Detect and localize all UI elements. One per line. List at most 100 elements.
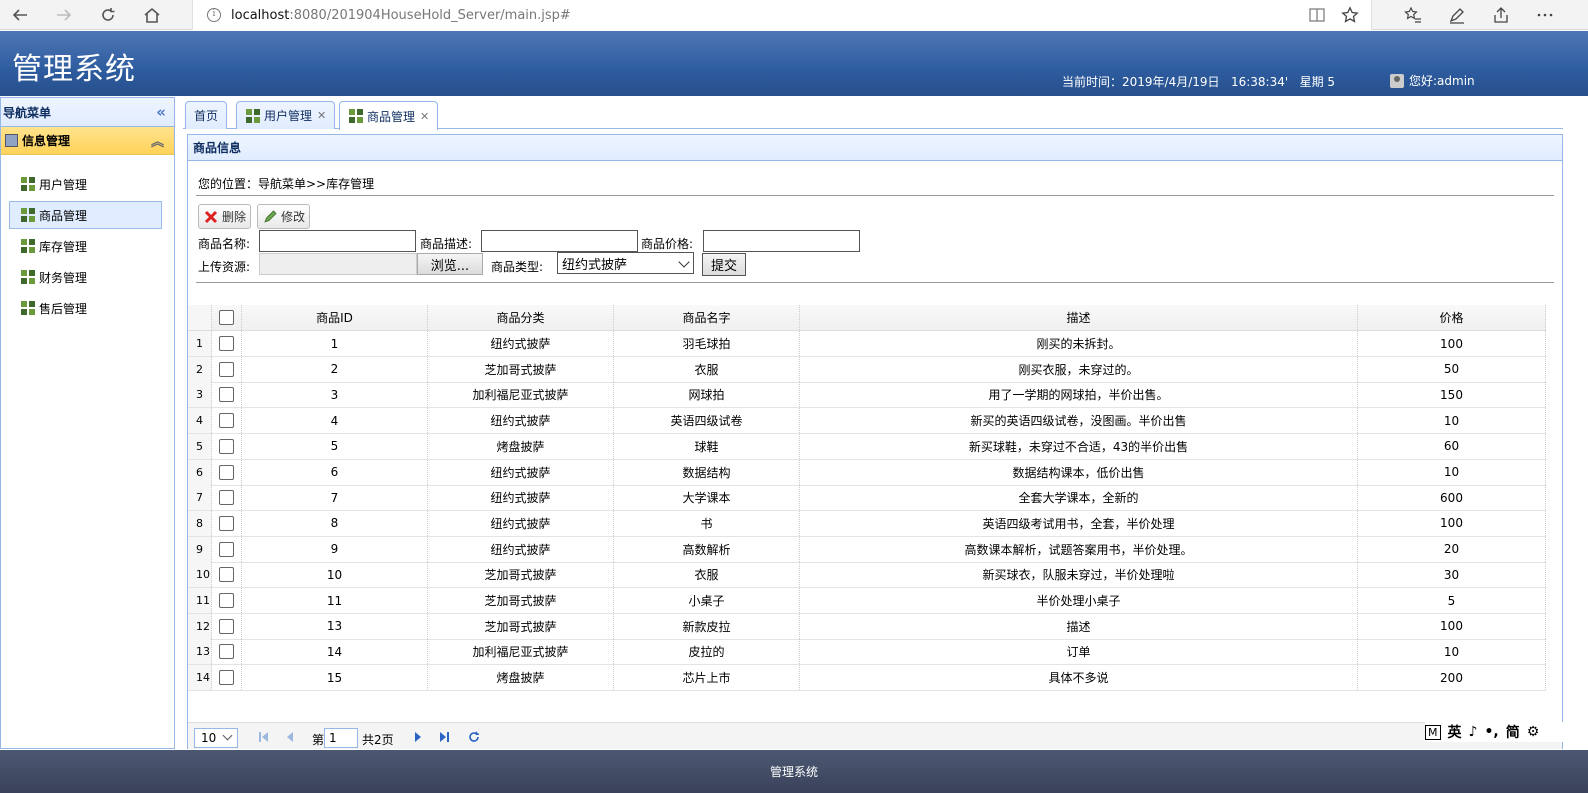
nav-panel: 导航菜单 « 信息管理 ︽ 用户管理 商品管理 库存管理 财务管理 售后管理: [0, 97, 175, 749]
row-number: 1: [188, 331, 212, 356]
page-size-value: 10: [201, 731, 217, 745]
next-page-icon[interactable]: [412, 731, 424, 743]
puzzle-icon: [246, 108, 260, 123]
tab-users[interactable]: 用户管理 ✕: [236, 101, 336, 129]
favorite-star-icon[interactable]: [1330, 0, 1370, 30]
row-checkbox[interactable]: [219, 336, 234, 351]
table-row[interactable]: 2 2 芝加哥式披萨 衣服 刚买衣服，未穿过的。 50: [188, 356, 1546, 383]
last-page-icon[interactable]: [438, 731, 450, 743]
back-icon[interactable]: [0, 0, 40, 30]
table-row[interactable]: 14 15 烤盘披萨 芯片上市 具体不多说 200: [188, 665, 1546, 692]
nav-item-finance[interactable]: 财务管理: [9, 263, 162, 291]
cell-price: 5: [1358, 588, 1546, 613]
table-row[interactable]: 12 13 芝加哥式披萨 新款皮拉 描述 100: [188, 613, 1546, 640]
delete-button[interactable]: 删除: [198, 204, 252, 229]
share-icon[interactable]: [1481, 0, 1521, 30]
table-row[interactable]: 10 10 芝加哥式披萨 衣服 新买球衣，队服未穿过，半价处理啦 30: [188, 562, 1546, 589]
puzzle-icon: [21, 239, 35, 253]
breadcrumb: 您的位置：导航菜单>>库存管理: [198, 177, 375, 191]
table-row[interactable]: 1 1 纽约式披萨 羽毛球拍 刚买的未拆封。 100: [188, 331, 1546, 357]
row-checkbox[interactable]: [219, 541, 234, 557]
desc-input[interactable]: [481, 230, 638, 252]
col-id[interactable]: 商品ID: [242, 305, 428, 330]
nav-item-products[interactable]: 商品管理: [9, 201, 162, 229]
tab-home[interactable]: 首页: [185, 101, 228, 129]
row-select-cell: [212, 665, 242, 691]
browse-button[interactable]: 浏览...: [417, 253, 483, 275]
cell-price: 50: [1358, 356, 1546, 382]
row-checkbox[interactable]: [219, 515, 234, 531]
collapse-left-icon[interactable]: «: [156, 103, 166, 121]
row-checkbox[interactable]: [219, 670, 234, 686]
cell-price: 100: [1358, 331, 1546, 356]
cell-desc: 刚买的未拆封。: [800, 331, 1358, 356]
forward-icon[interactable]: [44, 0, 84, 30]
cell-category: 芝加哥式披萨: [428, 356, 614, 382]
nav-item-label: 商品管理: [39, 208, 88, 223]
favorites-list-icon[interactable]: [1393, 0, 1433, 30]
row-checkbox[interactable]: [219, 567, 234, 583]
prev-page-icon[interactable]: [284, 731, 296, 743]
table-row[interactable]: 8 8 纽约式披萨书英语四级考试用书，全套，半价处理 100: [188, 510, 1546, 537]
type-selected-value: 纽约式披萨: [562, 257, 628, 273]
refresh-icon[interactable]: [88, 0, 128, 30]
nav-item-inventory[interactable]: 库存管理: [9, 232, 162, 260]
close-icon[interactable]: ✕: [420, 110, 429, 123]
cell-desc: 描述: [800, 613, 1358, 639]
address-bar[interactable]: i localhost :8080/201904HouseHold_Server…: [192, 0, 1372, 30]
row-checkbox[interactable]: [219, 618, 234, 634]
nav-group-info[interactable]: 信息管理 ︽: [1, 127, 174, 155]
edit-button[interactable]: 修改: [257, 204, 311, 229]
page-number-input[interactable]: 1: [324, 728, 358, 748]
name-input[interactable]: [259, 230, 416, 252]
table-row[interactable]: 3 3 加利福尼亚式披萨 网球拍 用了一学期的网球拍，半价出售。 150: [188, 382, 1546, 409]
table-row[interactable]: 4 4 纽约式披萨 英语四级试卷 新买的英语四级试卷，没图画。半价出售 10: [188, 408, 1546, 435]
row-checkbox[interactable]: [219, 438, 234, 454]
table-row[interactable]: 11 11 芝加哥式披萨 小桌子 半价处理小桌子 5: [188, 588, 1546, 614]
price-input[interactable]: [703, 230, 860, 252]
first-page-icon[interactable]: [258, 731, 270, 743]
select-all-checkbox[interactable]: [219, 310, 234, 325]
col-price[interactable]: 价格: [1358, 305, 1546, 330]
more-icon[interactable]: [1525, 0, 1565, 30]
grid-header: 商品ID 商品分类 商品名字 描述 价格: [188, 305, 1546, 331]
col-category[interactable]: 商品分类: [428, 305, 614, 330]
refresh-icon[interactable]: [468, 731, 480, 743]
info-icon[interactable]: i: [207, 8, 221, 22]
page-size-select[interactable]: 10: [194, 728, 238, 748]
ime-lang: 英: [1447, 725, 1462, 741]
nav-item-aftersales[interactable]: 售后管理: [9, 294, 162, 322]
row-checkbox[interactable]: [219, 413, 234, 429]
collapse-up-icon[interactable]: ︽: [151, 131, 164, 150]
cell-price: 100: [1358, 510, 1546, 536]
submit-button[interactable]: 提交: [702, 253, 746, 276]
pen-notes-icon[interactable]: [1437, 0, 1477, 30]
ime-toolbar[interactable]: M 英 ♪ •, 简 ⚙: [1425, 722, 1588, 742]
table-row[interactable]: 6 6 纽约式披萨 数据结构 数据结构课本，低价出售 10: [188, 459, 1546, 486]
footer: 管理系统: [0, 750, 1588, 793]
home-icon[interactable]: [132, 0, 172, 30]
row-number: 3: [188, 382, 212, 408]
rownum-header: [188, 305, 212, 330]
row-checkbox[interactable]: [219, 490, 234, 506]
row-checkbox[interactable]: [219, 361, 234, 377]
row-checkbox[interactable]: [219, 387, 234, 403]
table-row[interactable]: 7 7 纽约式披萨 大学课本 全套大学课本，全新的 600: [188, 485, 1546, 512]
col-desc[interactable]: 描述: [800, 305, 1358, 330]
table-row[interactable]: 5 5 烤盘披萨 球鞋 新买球鞋，未穿过不合适，43的半价出售 60: [188, 433, 1546, 460]
close-icon[interactable]: ✕: [317, 109, 326, 122]
table-row[interactable]: 9 9 纽约式披萨 高数解析 高数课本解析，试题答案用书，半价处理。 20: [188, 536, 1546, 563]
nav-item-users[interactable]: 用户管理: [9, 170, 162, 198]
tab-products[interactable]: 商品管理 ✕: [339, 101, 439, 130]
row-checkbox[interactable]: [219, 644, 234, 660]
product-panel: 商品信息 您的位置：导航菜单>>库存管理 删除 修改 商品名称: 商品描述: 商…: [187, 134, 1563, 749]
cell-category: 加利福尼亚式披萨: [428, 382, 614, 408]
row-number: 10: [188, 562, 212, 588]
row-checkbox[interactable]: [219, 593, 234, 608]
table-row[interactable]: 13 14 加利福尼亚式披萨 皮拉的 订单 10: [188, 639, 1546, 666]
type-select[interactable]: 纽约式披萨: [557, 252, 694, 274]
row-checkbox[interactable]: [219, 464, 234, 480]
cell-id: 14: [242, 639, 428, 665]
col-name[interactable]: 商品名字: [614, 305, 800, 330]
cell-price: 100: [1358, 613, 1546, 639]
